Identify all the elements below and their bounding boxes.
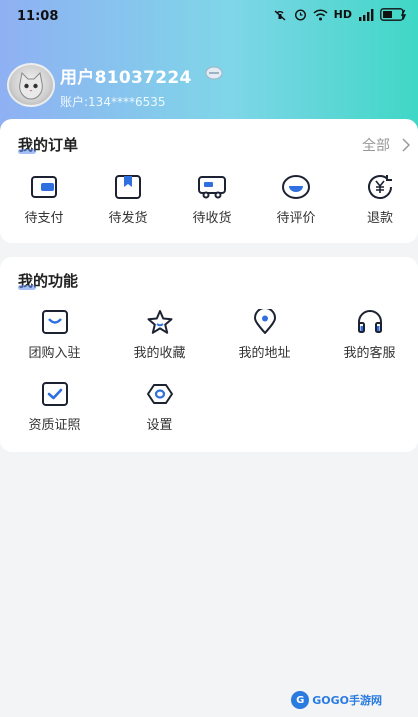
battery-icon	[380, 8, 408, 21]
func-label: 我的客服	[343, 346, 396, 361]
func-label: 团购入驻	[28, 346, 81, 361]
func-label: 我的地址	[238, 346, 291, 361]
user-profile[interactable]: 用户81037224 账户:134****6535	[7, 63, 407, 113]
account-number: 账户:134****6535	[60, 95, 166, 109]
shopping-bag-icon	[41, 310, 68, 334]
avatar[interactable]	[7, 63, 55, 107]
view-all-label: 全部	[362, 138, 390, 154]
settings-eye-icon	[146, 384, 173, 404]
status-time: 11:08	[17, 9, 59, 24]
func-label: 资质证照	[28, 418, 81, 433]
order-label: 待收货	[192, 211, 232, 226]
order-refund[interactable]: 退款	[338, 174, 418, 226]
order-pending-shipment[interactable]: 待发货	[86, 174, 170, 226]
signal-icon	[358, 8, 374, 21]
order-label: 退款	[366, 211, 393, 226]
headphones-icon	[357, 310, 382, 333]
cat-avatar-icon	[19, 71, 43, 100]
chevron-right-icon	[402, 138, 410, 152]
status-bar: 11:08 HD	[0, 0, 418, 32]
func-label: 设置	[146, 418, 173, 433]
smile-icon	[282, 175, 310, 199]
member-badge-icon	[205, 65, 223, 84]
func-label: 我的收藏	[133, 346, 186, 361]
watermark: G GOGO手游网	[291, 691, 382, 709]
func-group-buy-join[interactable]: 团购入驻	[2, 309, 107, 361]
certificate-icon	[41, 382, 68, 406]
yen-refund-icon	[368, 175, 392, 199]
alarm-icon	[294, 8, 307, 21]
watermark-text: GOGO手游网	[312, 694, 382, 707]
functions-title: 我的功能	[18, 272, 79, 290]
func-customer-service[interactable]: 我的客服	[317, 309, 418, 361]
func-address[interactable]: 我的地址	[212, 309, 317, 361]
location-pin-icon	[253, 309, 276, 334]
status-icons: HD	[272, 8, 408, 21]
order-label: 待评价	[276, 211, 316, 226]
order-label: 待支付	[24, 211, 64, 226]
mute-icon	[272, 9, 288, 21]
gogo-logo-icon: G	[291, 691, 310, 709]
username: 用户81037224	[60, 68, 192, 88]
wallet-icon	[31, 176, 57, 198]
func-favorites[interactable]: 我的收藏	[107, 309, 212, 361]
order-label: 待发货	[108, 211, 148, 226]
star-icon	[147, 310, 172, 334]
functions-card: 我的功能 团购入驻 我的收藏 我的地址 我的客服 资质证照 设置	[0, 257, 418, 452]
order-pending-payment[interactable]: 待支付	[2, 174, 86, 226]
order-pending-receipt[interactable]: 待收货	[170, 174, 254, 226]
func-settings[interactable]: 设置	[107, 381, 212, 433]
truck-icon	[198, 176, 226, 199]
orders-title: 我的订单	[18, 136, 79, 154]
order-pending-review[interactable]: 待评价	[254, 174, 338, 226]
wifi-icon	[313, 8, 328, 21]
view-all-orders[interactable]: 全部	[362, 135, 410, 155]
network-type: HD	[333, 8, 352, 21]
bookmark-box-icon	[115, 175, 141, 199]
orders-card: 我的订单 全部 待支付 待发货 待收货 待评价 退款	[0, 119, 418, 243]
func-qualifications[interactable]: 资质证照	[2, 381, 107, 433]
